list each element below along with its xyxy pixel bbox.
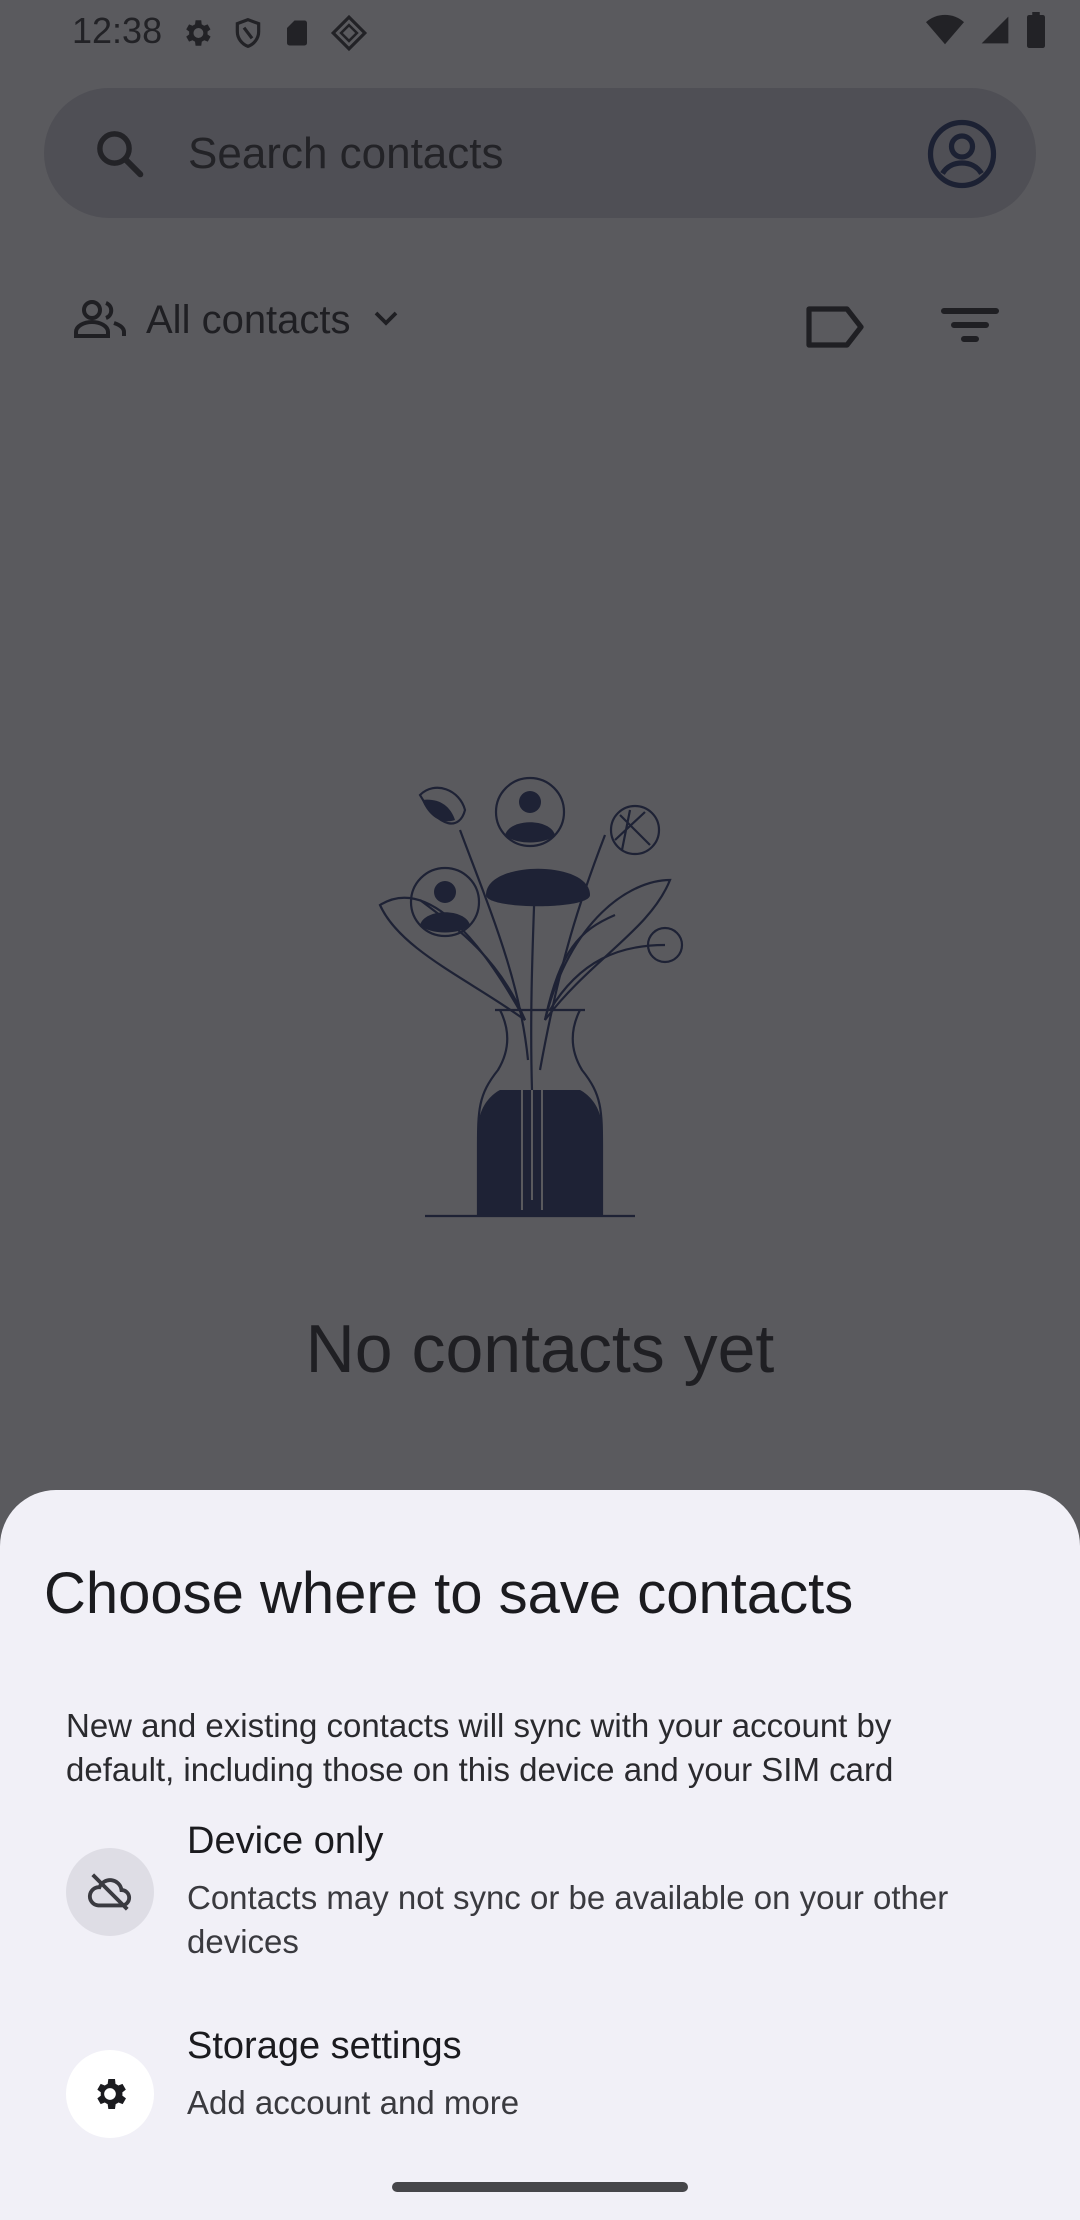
- sheet-description: New and existing contacts will sync with…: [66, 1707, 894, 1788]
- battery-icon: [1026, 12, 1046, 48]
- contacts-screen: 12:38 Search contacts All contacts No co…: [0, 0, 1080, 2220]
- save-location-bottom-sheet: Choose where to save contacts New and ex…: [0, 1490, 1080, 2220]
- sheet-title: Choose where to save contacts: [44, 1561, 854, 1626]
- account-icon[interactable]: [926, 118, 998, 190]
- empty-state-illustration: [360, 760, 720, 1220]
- filter-icon[interactable]: [940, 304, 1000, 351]
- search-icon: [92, 126, 146, 180]
- settings-icon: [180, 16, 214, 50]
- device-only-option[interactable]: Device only Contacts may not sync or be …: [0, 1820, 1080, 2000]
- device-only-subtitle: Contacts may not sync or be available on…: [187, 1879, 949, 1960]
- cloud-off-icon: [66, 1848, 154, 1936]
- label-icon[interactable]: [805, 304, 865, 355]
- filter-row: All contacts: [0, 290, 1080, 370]
- storage-settings-subtitle: Add account and more: [187, 2084, 520, 2121]
- device-only-title: Device only: [187, 1820, 384, 1862]
- empty-state-title: No contacts yet: [305, 1311, 775, 1387]
- all-contacts-dropdown[interactable]: All contacts: [74, 298, 401, 343]
- sd-card-icon: [282, 16, 312, 50]
- gesture-navigation-bar[interactable]: [392, 2182, 688, 2192]
- shield-icon: [232, 16, 264, 50]
- all-contacts-label: All contacts: [146, 298, 351, 342]
- gear-icon: [66, 2050, 154, 2138]
- storage-settings-option[interactable]: Storage settings Add account and more: [0, 2025, 1080, 2175]
- search-input[interactable]: [186, 118, 890, 190]
- chevron-down-icon: [371, 308, 401, 333]
- people-icon: [74, 298, 126, 343]
- diamond-icon: [330, 14, 368, 52]
- status-bar: 12:38: [0, 0, 1080, 64]
- signal-icon: [978, 14, 1012, 46]
- search-bar[interactable]: [44, 88, 1036, 218]
- status-time: 12:38: [72, 10, 163, 51]
- wifi-icon: [926, 14, 964, 46]
- storage-settings-title: Storage settings: [187, 2025, 462, 2067]
